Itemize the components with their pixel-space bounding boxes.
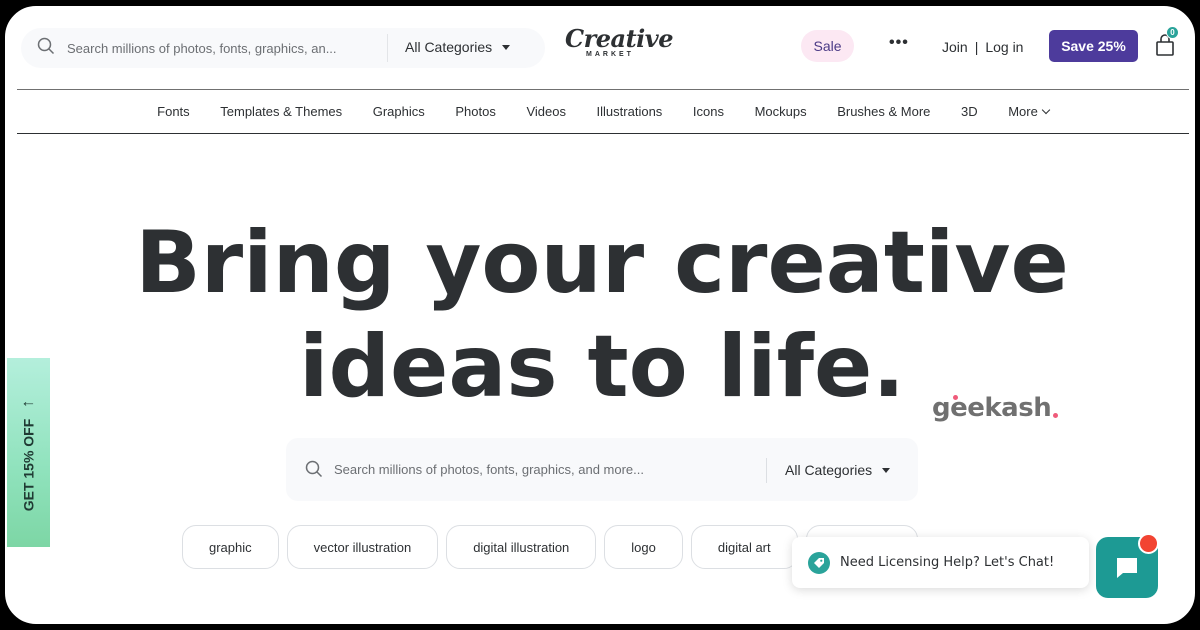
caret-down-icon [502, 44, 511, 50]
auth-separator: | [974, 39, 979, 55]
nav-item-icons[interactable]: Icons [678, 104, 740, 119]
header-category-select[interactable]: All Categories [405, 39, 511, 55]
nav-label: Illustrations [596, 104, 663, 119]
nav-label: Videos [526, 104, 566, 119]
watermark-dot-icon [953, 395, 958, 400]
category-select-label: All Categories [785, 462, 873, 478]
nav-item-photos[interactable]: Photos [440, 104, 511, 119]
nav-item-videos[interactable]: Videos [511, 104, 581, 119]
search-icon [37, 37, 55, 55]
watermark-period-icon [1053, 413, 1059, 418]
tag-chip[interactable]: digital illustration [446, 525, 597, 569]
sale-button[interactable]: Sale [801, 30, 854, 62]
tag-chip[interactable]: digital art [690, 525, 798, 569]
cart-count-badge: 0 [1166, 26, 1179, 39]
main-category-select[interactable]: All Categories [785, 462, 891, 478]
nav-label: Brushes & More [837, 104, 931, 119]
chat-bubble-icon [1117, 557, 1137, 578]
search-divider [766, 458, 767, 483]
nav-label: 3D [960, 104, 978, 119]
nav-label: Templates & Themes [220, 104, 343, 119]
nav-item-brushes-more[interactable]: Brushes & More [822, 104, 946, 119]
nav-item-templates-themes[interactable]: Templates & Themes [205, 104, 357, 119]
category-select-label: All Categories [405, 39, 493, 55]
chevron-down-icon [1041, 105, 1051, 114]
main-search-bar: All Categories [286, 438, 918, 501]
nav-label: More [1008, 104, 1038, 119]
join-link[interactable]: Join [942, 39, 968, 55]
licensing-chat-prompt[interactable]: Need Licensing Help? Let's Chat! [792, 537, 1089, 588]
nav-item-graphics[interactable]: Graphics [357, 104, 440, 119]
tag-chip[interactable]: logo [604, 525, 683, 569]
get-15-off-tab[interactable]: GET 15% OFF ← [7, 358, 50, 547]
nav-label: Mockups [754, 104, 807, 119]
watermark-text: geekash [932, 393, 1052, 423]
arrow-up-icon: ← [20, 393, 37, 411]
caret-down-icon [882, 467, 891, 473]
hero-headline: Bring your creative ideas to life. [5, 211, 1195, 419]
login-link[interactable]: Log in [985, 39, 1023, 55]
geekash-watermark: geekash [932, 393, 1059, 423]
nav-label: Photos [455, 104, 496, 119]
notification-dot [1138, 533, 1159, 554]
nav-item-illustrations[interactable]: Illustrations [581, 104, 677, 119]
nav-item-3d[interactable]: 3D [946, 104, 993, 119]
nav-item-fonts[interactable]: Fonts [142, 104, 205, 119]
nav-item-more[interactable]: More [993, 104, 1064, 119]
search-icon [305, 460, 323, 478]
chat-prompt-text: Need Licensing Help? Let's Chat! [840, 555, 1055, 570]
logo-wordmark: Creative [565, 24, 673, 53]
category-nav: Fonts Templates & Themes Graphics Photos… [17, 89, 1189, 134]
nav-label: Fonts [157, 104, 190, 119]
main-search-input[interactable] [334, 458, 734, 480]
price-tag-icon [808, 551, 830, 574]
header-search-input[interactable] [67, 37, 367, 59]
save-25-button[interactable]: Save 25% [1049, 30, 1138, 62]
promo-label: GET 15% OFF [20, 418, 37, 511]
hero-line-1: Bring your creative [135, 213, 1069, 313]
header-search-bar: All Categories [21, 28, 545, 68]
tag-chip[interactable]: graphic [182, 525, 279, 569]
browser-frame: All Categories Creative MARKET Sale ••• … [2, 3, 1198, 627]
creative-market-logo[interactable]: Creative MARKET [565, 24, 673, 59]
tag-chip[interactable]: vector illustration [286, 525, 439, 569]
promo-content: GET 15% OFF ← [20, 393, 38, 511]
nav-label: Graphics [372, 104, 425, 119]
nav-item-mockups[interactable]: Mockups [739, 104, 822, 119]
search-divider [387, 34, 388, 62]
more-options-icon[interactable]: ••• [889, 34, 909, 52]
nav-label: Icons [692, 104, 724, 119]
auth-links: Join | Log in [942, 39, 1023, 55]
